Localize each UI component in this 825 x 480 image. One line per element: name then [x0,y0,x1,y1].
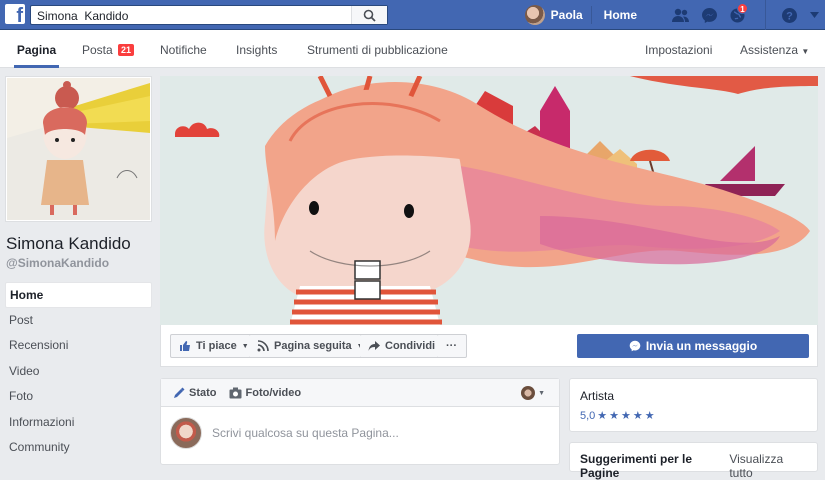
sidebar-item-community[interactable]: Community [5,435,152,461]
suggestions-title: Suggerimenti per le Pagine [580,452,693,480]
cover-photo[interactable] [160,76,818,325]
star-icon: ★ [644,410,655,422]
caret-down-icon: ▼ [538,389,545,397]
tab-assistenza[interactable]: Assistenza ▼ [740,30,809,68]
avatar [521,386,536,400]
search-icon [363,9,376,22]
page-about-card: Artista 5,0 ★ ★ ★ ★ ★ [569,378,818,432]
home-link[interactable]: Home [590,6,649,24]
avatar [170,417,202,449]
caret-down-icon: ▼ [241,342,249,350]
top-navigation-bar: f Paola Home 1 ? [0,0,825,30]
sidebar-item-informazioni[interactable]: Informazioni [5,410,152,436]
rating-summary[interactable]: 5,0 ★ ★ ★ ★ ★ [580,409,807,423]
page-action-bar: Ti piace ▼ Pagina seguita ▼ Condividi ··… [160,325,818,367]
pencil-icon [174,387,185,398]
user-name: Paola [550,8,583,22]
question-icon: ? [782,7,797,23]
sidebar-item-video[interactable]: Video [5,359,152,385]
page-suggestions-card: Suggerimenti per le Pagine Visualizza tu… [569,442,818,480]
star-icon: ★ [632,410,643,422]
friend-requests-button[interactable] [667,0,695,30]
post-as-selector[interactable]: ▼ [521,386,545,400]
post-composer: Stato Foto/video ▼ Scrivi qualcosa su qu… [160,378,560,465]
search-input[interactable] [37,8,357,23]
page-username[interactable]: @SimonaKandido [5,256,152,270]
messenger-icon [629,340,641,352]
composer-status-tab[interactable]: Stato [173,387,217,399]
star-icon: ★ [597,410,608,422]
messenger-icon [701,7,717,23]
sidebar-item-home[interactable]: Home [5,282,152,308]
sidebar-item-post[interactable]: Post [5,308,152,334]
like-button[interactable]: Ti piace ▼ [170,334,258,358]
facebook-logo-icon[interactable]: f [5,4,25,26]
inbox-count-badge: 21 [118,44,135,56]
account-menu-button[interactable] [803,0,825,30]
page-category[interactable]: Artista [580,389,807,403]
more-options-button[interactable]: ··· [437,334,467,358]
sidebar-item-recensioni[interactable]: Recensioni [5,333,152,359]
svg-text:?: ? [786,10,793,22]
page-sidebar-menu: Home Post Recensioni Video Foto Informaz… [5,282,152,461]
follow-button[interactable]: Pagina seguita ▼ [249,334,373,358]
search-bar[interactable] [30,5,388,25]
avatar [524,5,545,25]
star-icon: ★ [621,410,631,422]
tab-impostazioni[interactable]: Impostazioni [645,30,712,68]
camera-icon [229,387,241,398]
send-message-button[interactable]: Invia un messaggio [577,334,809,358]
help-button[interactable]: ? [765,0,803,30]
rating-value: 5,0 [580,409,596,422]
sidebar-item-foto[interactable]: Foto [5,384,152,410]
tab-notifiche[interactable]: Notifiche [160,30,207,68]
page-title: Simona Kandido [6,234,131,253]
page-admin-tabs: Pagina Posta 21 Notifiche Insights Strum… [0,30,825,68]
composer-photo-video-tab[interactable]: Foto/video [229,387,301,399]
tab-pagina[interactable]: Pagina [14,30,59,68]
thumbs-up-icon [180,341,190,351]
messages-button[interactable] [695,0,723,30]
share-arrow-icon [368,341,380,351]
notification-badge: 1 [737,3,748,14]
composer-input[interactable]: Scrivi qualcosa su questa Pagina... [212,426,399,440]
tab-strumenti[interactable]: Strumenti di pubblicazione [307,30,448,68]
page-profile-picture[interactable] [5,76,152,222]
rss-icon [257,340,269,352]
tab-posta[interactable]: Posta 21 [82,30,135,68]
star-icon: ★ [609,410,620,422]
user-profile-link[interactable]: Paola [517,0,591,30]
friends-icon [672,8,689,22]
tab-insights[interactable]: Insights [236,30,277,68]
search-button[interactable] [351,6,387,24]
caret-down-icon: ▼ [801,47,810,56]
see-all-link[interactable]: Visualizza tutto [729,452,807,480]
caret-down-icon [809,12,819,18]
notifications-button[interactable]: 1 [723,0,751,30]
share-button[interactable]: Condividi [360,334,445,358]
